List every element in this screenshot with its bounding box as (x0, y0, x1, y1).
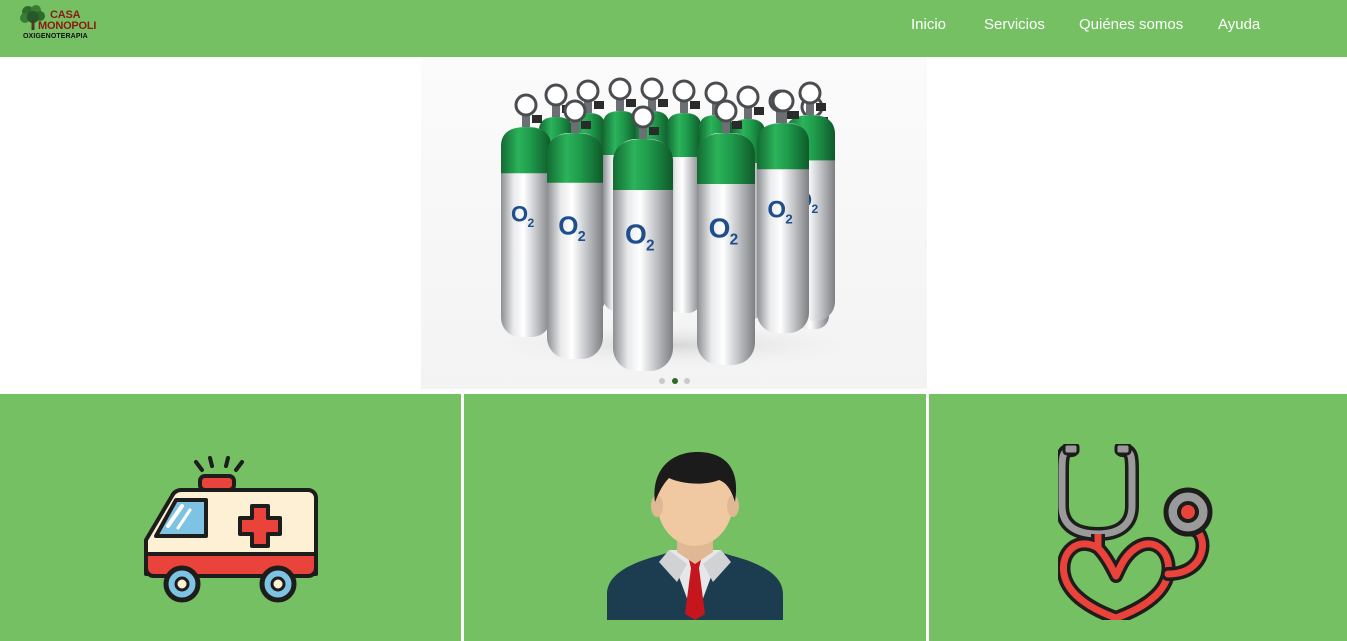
svg-text:2: 2 (528, 216, 535, 230)
stethoscope-heart-icon (1058, 444, 1213, 620)
svg-text:2: 2 (785, 212, 792, 227)
svg-text:O: O (709, 212, 731, 243)
service-panel-health[interactable] (929, 394, 1347, 641)
service-panel-about[interactable] (464, 394, 926, 641)
brand-logo[interactable]: CASA MONOPOLI OXIGENOTERAPIA (18, 4, 98, 48)
brand-name-line2: MONOPOLI (38, 20, 97, 32)
carousel-slide: O2O2O2O2O2O2 (421, 57, 927, 389)
svg-text:O: O (767, 197, 786, 224)
carousel-dot-2[interactable] (672, 378, 678, 384)
svg-text:O: O (625, 218, 647, 249)
carousel-dot-1[interactable] (659, 378, 665, 384)
svg-text:2: 2 (578, 229, 586, 245)
hero-carousel: O2O2O2O2O2O2 (0, 57, 1347, 393)
svg-text:2: 2 (812, 202, 819, 216)
service-panel-emergency[interactable] (0, 394, 461, 641)
ambulance-icon (144, 456, 318, 603)
svg-text:O: O (511, 202, 528, 227)
nav-link-ayuda[interactable]: Ayuda (1218, 16, 1260, 33)
nav-link-quienes-somos[interactable]: Quiénes somos (1079, 16, 1183, 33)
nav-link-inicio[interactable]: Inicio (911, 16, 946, 33)
svg-text:2: 2 (646, 237, 655, 254)
svg-text:2: 2 (730, 231, 739, 248)
brand-tagline: OXIGENOTERAPIA (23, 33, 88, 40)
carousel-dot-3[interactable] (684, 378, 690, 384)
nav-link-servicios[interactable]: Servicios (984, 16, 1045, 33)
svg-text:O: O (558, 211, 578, 241)
businessman-icon (607, 452, 783, 620)
site-header: CASA MONOPOLI OXIGENOTERAPIA Inicio Serv… (0, 0, 1347, 57)
oxygen-cylinders-image: O2O2O2O2O2O2 (474, 77, 874, 371)
